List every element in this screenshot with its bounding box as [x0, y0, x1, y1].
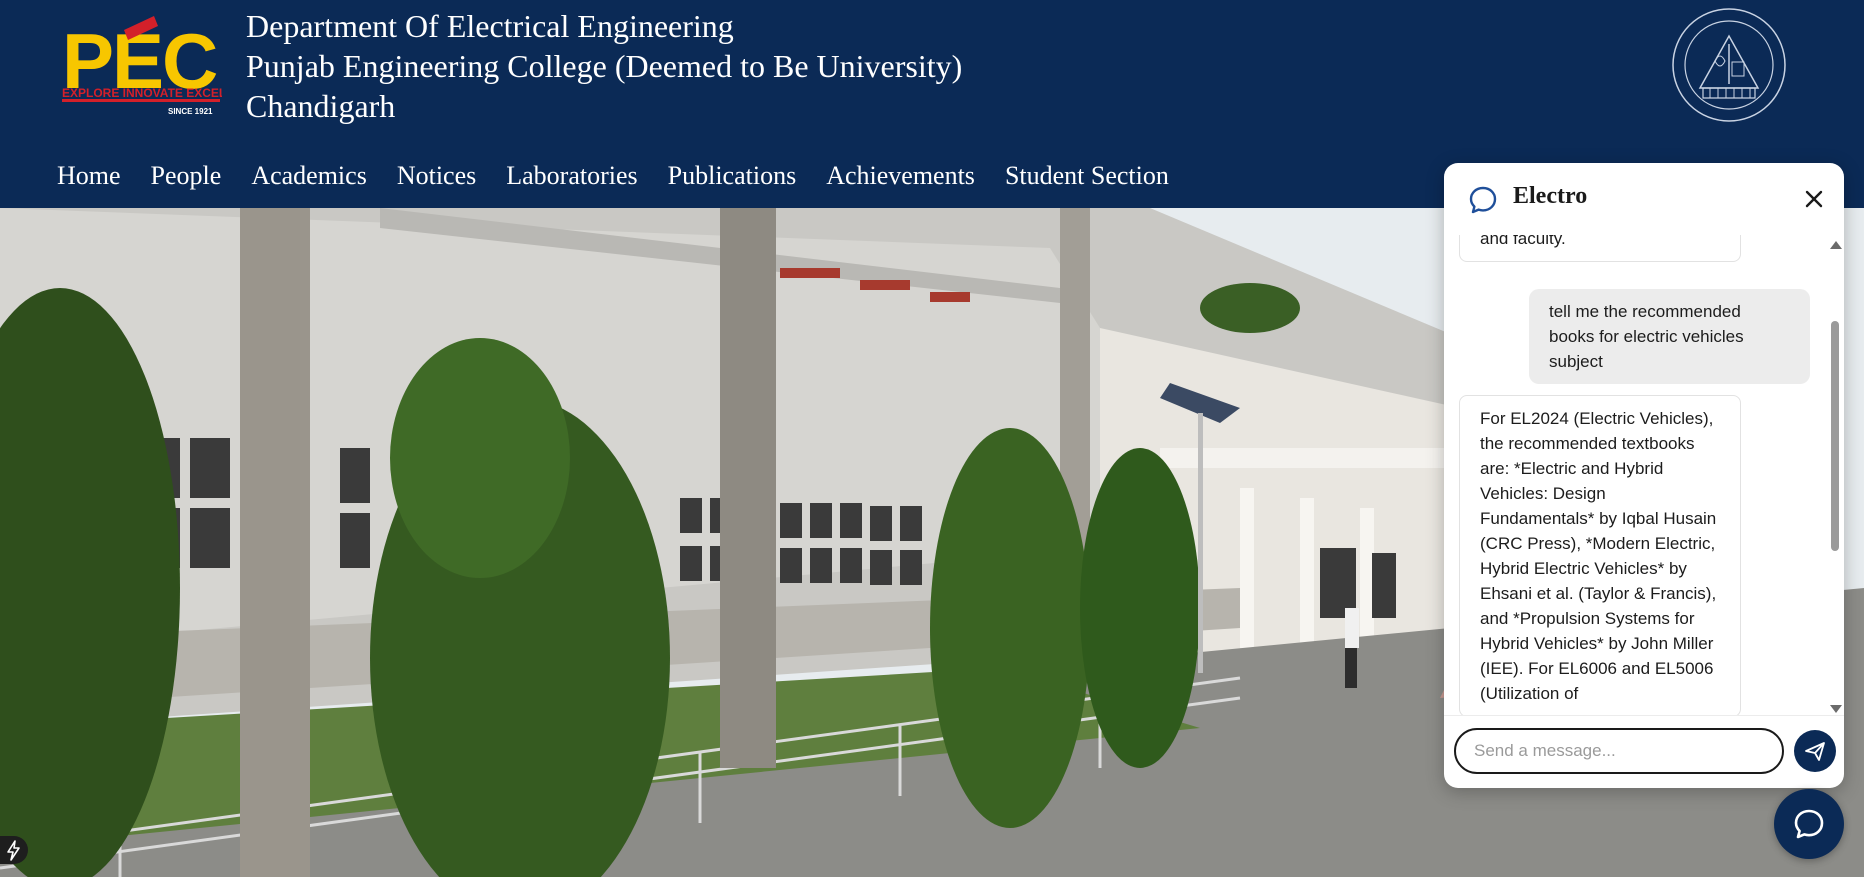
department-title: Department Of Electrical Engineering Pun… [246, 6, 962, 126]
nav-student-section[interactable]: Student Section [1005, 156, 1169, 196]
send-icon [1805, 742, 1825, 761]
scroll-thumb[interactable] [1831, 321, 1839, 551]
chat-widget: Electro and faculty. tell me the recomme… [1444, 163, 1844, 788]
bot-message: For EL2024 (Electric Vehicles), the reco… [1459, 395, 1741, 715]
chat-header: Electro [1444, 163, 1844, 235]
user-message: tell me the recommended books for electr… [1529, 289, 1810, 384]
chat-scrollbar[interactable] [1826, 235, 1844, 715]
nav-laboratories[interactable]: Laboratories [506, 156, 637, 196]
chat-footer [1444, 715, 1844, 788]
bolt-icon[interactable] [0, 836, 28, 864]
scroll-up-arrow-icon[interactable] [1830, 241, 1842, 249]
nav-achievements[interactable]: Achievements [826, 156, 975, 196]
send-button[interactable] [1794, 730, 1836, 772]
scroll-down-arrow-icon[interactable] [1830, 705, 1842, 713]
chat-bubble-icon [1469, 186, 1497, 214]
nav-home[interactable]: Home [57, 156, 121, 196]
nav-academics[interactable]: Academics [251, 156, 367, 196]
pec-logo[interactable]: PEC EXPLORE INNOVATE EXCEL SINCE 1921 [62, 16, 222, 117]
message-input[interactable] [1454, 728, 1784, 774]
chat-bubble-icon [1794, 809, 1824, 839]
logo-tagline: EXPLORE INNOVATE EXCEL [62, 86, 222, 100]
chat-messages[interactable]: and faculty. tell me the recommended boo… [1444, 235, 1844, 715]
bot-message: and faculty. [1459, 235, 1741, 262]
close-icon[interactable] [1802, 187, 1826, 211]
nav-publications[interactable]: Publications [668, 156, 797, 196]
title-line-1: Department Of Electrical Engineering [246, 8, 734, 44]
nav-people[interactable]: People [151, 156, 222, 196]
title-line-2: Punjab Engineering College (Deemed to Be… [246, 48, 963, 84]
nav-notices[interactable]: Notices [397, 156, 476, 196]
title-line-3: Chandigarh [246, 88, 396, 124]
chat-title: Electro [1513, 183, 1588, 209]
open-chat-button[interactable] [1774, 789, 1844, 859]
main-nav: Home People Academics Notices Laboratori… [57, 156, 1199, 196]
logo-since: SINCE 1921 [168, 107, 213, 116]
college-seal-icon [1672, 8, 1786, 122]
